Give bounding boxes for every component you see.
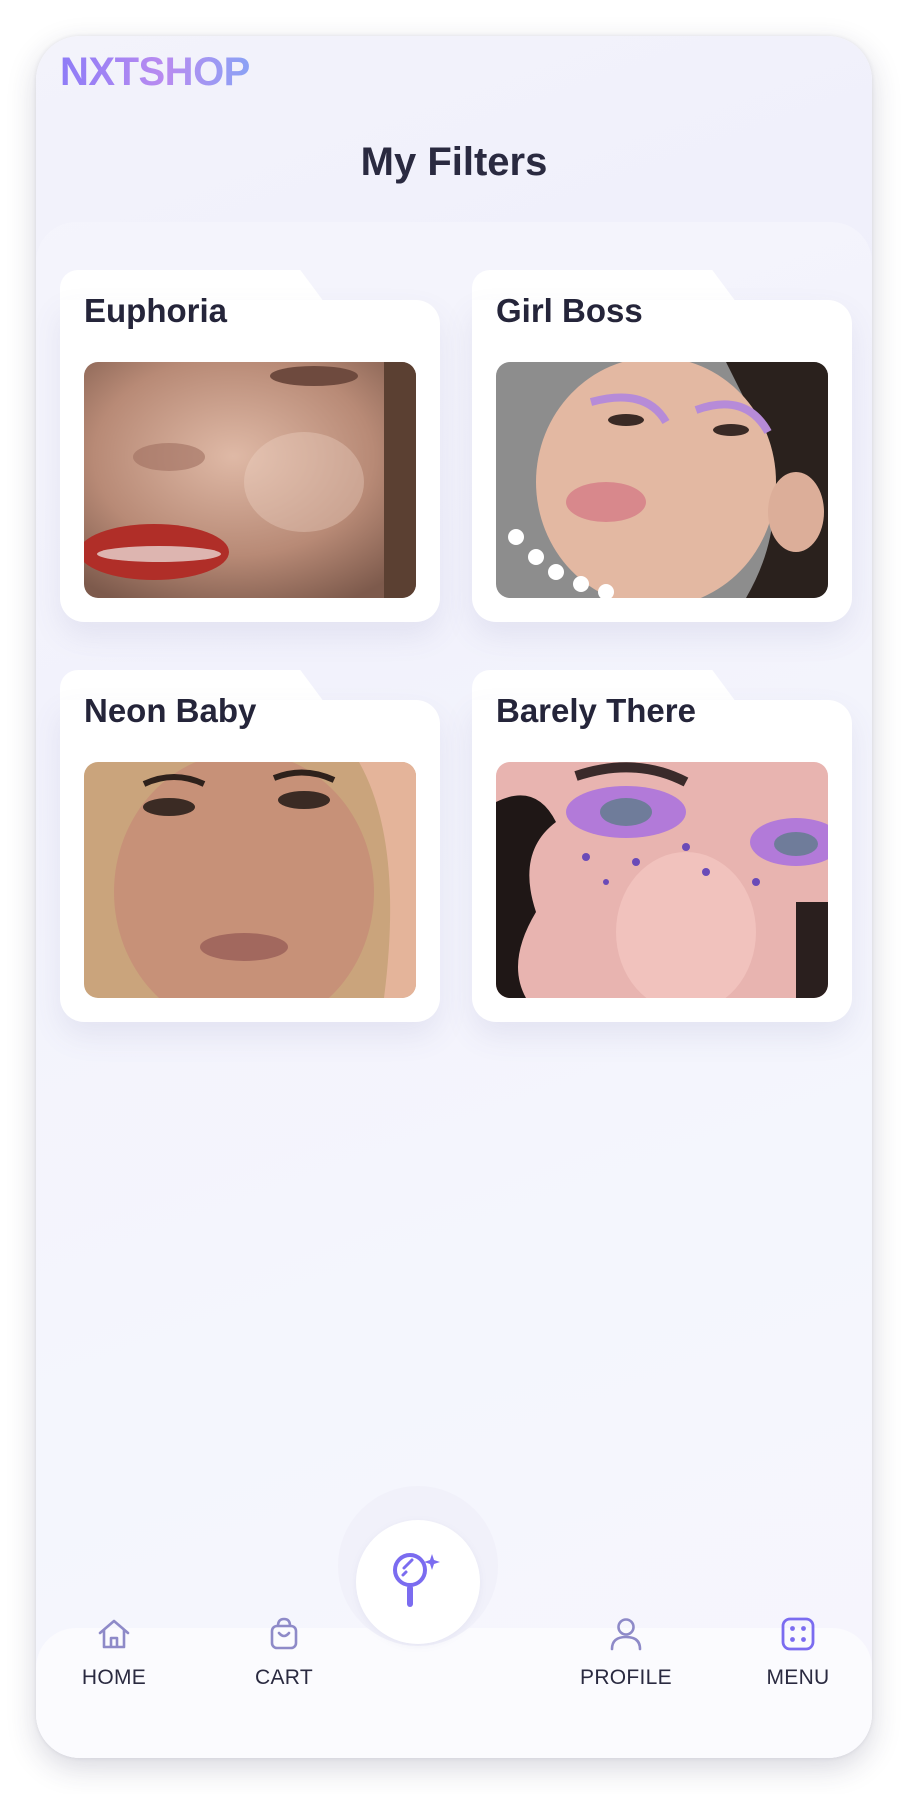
filter-name: Euphoria [84, 292, 228, 329]
filter-preview-image[interactable] [84, 762, 416, 998]
nav-label: CART [255, 1666, 313, 1689]
page-title: My Filters [360, 140, 548, 184]
brand-logo[interactable]: NXTSHOP [60, 50, 250, 95]
filter-name: Neon Baby [84, 692, 257, 729]
filter-card-euphoria[interactable]: Euphoria [60, 270, 440, 622]
filter-card-neon-baby[interactable]: Neon Baby [60, 670, 440, 1022]
filter-card-girl-boss[interactable]: Girl Boss [472, 270, 852, 622]
grid-menu-icon [778, 1614, 818, 1654]
hand-mirror-sparkle-icon [388, 1548, 448, 1617]
nav-home[interactable]: HOME [44, 1614, 184, 1690]
filter-preview-image[interactable] [496, 762, 828, 998]
nav-label: HOME [81, 1666, 147, 1689]
home-icon [94, 1614, 134, 1654]
filter-preview-image[interactable] [496, 362, 828, 598]
nav-profile[interactable]: PROFILE [556, 1614, 696, 1690]
nav-label: MENU [766, 1666, 830, 1689]
shopping-bag-icon [264, 1614, 304, 1654]
filter-name: Girl Boss [496, 292, 643, 329]
nav-label: PROFILE [580, 1666, 672, 1689]
filter-preview-image[interactable] [84, 362, 416, 598]
nav-menu[interactable]: MENU [728, 1614, 868, 1690]
try-on-mirror-button[interactable] [356, 1520, 480, 1644]
user-icon [606, 1614, 646, 1654]
nav-cart[interactable]: CART [214, 1614, 354, 1690]
filter-card-barely-there[interactable]: Barely There [472, 670, 852, 1022]
filter-name: Barely There [496, 692, 696, 729]
